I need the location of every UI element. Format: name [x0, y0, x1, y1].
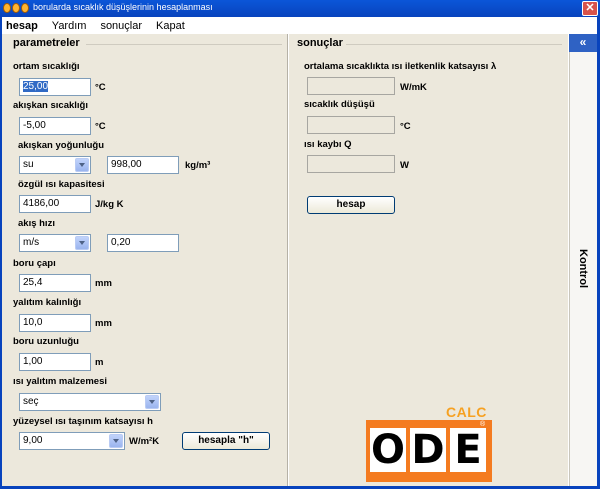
surface-coefficient-value: 9,00	[23, 435, 43, 446]
pipe-diameter-label: boru çapı	[13, 258, 56, 269]
specific-heat-input[interactable]: 4186,00	[19, 195, 91, 213]
results-section-title: sonuçlar	[297, 37, 343, 49]
ambient-temp-value: 25,00	[23, 81, 49, 92]
logo-calc-text: CALC	[446, 404, 487, 420]
insulation-material-label: ısı yalıtım malzemesi	[13, 376, 107, 387]
pipe-length-unit: m	[95, 357, 104, 368]
fluid-type-value: su	[23, 159, 34, 170]
ambient-temp-label: ortam sıcaklığı	[13, 61, 80, 72]
flow-rate-label: akış hızı	[18, 218, 55, 229]
fluid-temp-label: akışkan sıcaklığı	[13, 100, 88, 111]
logo-letter-d: D	[410, 427, 446, 473]
fluid-density-unit: kg/m³	[185, 160, 211, 171]
insulation-material-select[interactable]: seç	[19, 393, 161, 411]
flow-rate-input[interactable]: 0,20	[107, 234, 179, 252]
logo-letter-e: E	[450, 428, 486, 472]
conductivity-output	[307, 77, 395, 95]
calculate-h-button[interactable]: hesapla "h"	[182, 432, 270, 450]
pipe-length-input[interactable]: 1,00	[19, 353, 91, 371]
fluid-density-label: akışkan yoğunluğu	[18, 140, 105, 151]
chevron-down-icon	[145, 395, 159, 409]
conductivity-label: ortalama sıcaklıkta ısı iletkenlik katsa…	[304, 61, 497, 72]
specific-heat-label: özgül ısı kapasitesi	[18, 179, 105, 190]
temp-drop-label: sıcaklık düşüşü	[304, 99, 375, 110]
temp-drop-unit: °C	[400, 121, 411, 132]
fluid-density-input[interactable]: 998,00	[107, 156, 179, 174]
ambient-temp-unit: °C	[95, 82, 106, 93]
collapse-button[interactable]: «	[569, 34, 597, 52]
menu-item-yardim[interactable]: Yardım	[52, 20, 87, 32]
insulation-thickness-label: yalıtım kalınlığı	[13, 297, 82, 308]
surface-coefficient-unit: W/m²K	[129, 436, 160, 447]
insulation-thickness-unit: mm	[95, 318, 112, 329]
surface-coefficient-label: yüzeysel ısı taşınım katsayısı h	[13, 416, 153, 427]
heat-loss-unit: W	[400, 160, 409, 171]
close-button[interactable]: ✕	[582, 1, 598, 16]
parameters-section-title: parametreler	[13, 37, 80, 49]
parameters-section-divider	[86, 44, 282, 45]
control-tab-label[interactable]: Kontrol	[577, 249, 589, 288]
flow-unit-value: m/s	[23, 237, 40, 248]
app-icon	[3, 3, 30, 14]
menu-item-sonuclar[interactable]: sonuçlar	[100, 20, 142, 32]
calculate-button[interactable]: hesap	[307, 196, 395, 214]
chevron-down-icon	[75, 158, 89, 172]
insulation-material-value: seç	[23, 396, 39, 407]
pipe-length-label: boru uzunluğu	[13, 336, 79, 347]
conductivity-unit: W/mK	[400, 82, 427, 93]
menu-item-hesap[interactable]: hesap	[6, 20, 38, 32]
registered-mark: ®	[480, 421, 486, 428]
menu-bar: hesap Yardım sonuçlar Kapat	[2, 17, 597, 34]
insulation-thickness-input[interactable]: 10,0	[19, 314, 91, 332]
chevron-down-icon	[75, 236, 89, 250]
logo-letter-o: O	[370, 427, 406, 473]
ode-logo: O D E	[366, 420, 492, 482]
specific-heat-unit: J/kg K	[95, 199, 124, 210]
ambient-temp-input[interactable]: 25,00	[19, 78, 91, 96]
results-section-divider	[346, 44, 562, 45]
fluid-temp-input[interactable]: -5,00	[19, 117, 91, 135]
surface-coefficient-select[interactable]: 9,00	[19, 432, 125, 450]
temp-drop-output	[307, 116, 395, 134]
menu-item-kapat[interactable]: Kapat	[156, 20, 185, 32]
heat-loss-label: ısı kaybı Q	[304, 139, 352, 150]
pipe-diameter-input[interactable]: 25,4	[19, 274, 91, 292]
window-title: borularda sıcaklık düşüşlerinin hesaplan…	[33, 2, 213, 12]
pipe-diameter-unit: mm	[95, 278, 112, 289]
heat-loss-output	[307, 155, 395, 173]
flow-unit-select[interactable]: m/s	[19, 234, 91, 252]
chevron-down-icon	[109, 434, 123, 448]
fluid-temp-unit: °C	[95, 121, 106, 132]
fluid-type-select[interactable]: su	[19, 156, 91, 174]
